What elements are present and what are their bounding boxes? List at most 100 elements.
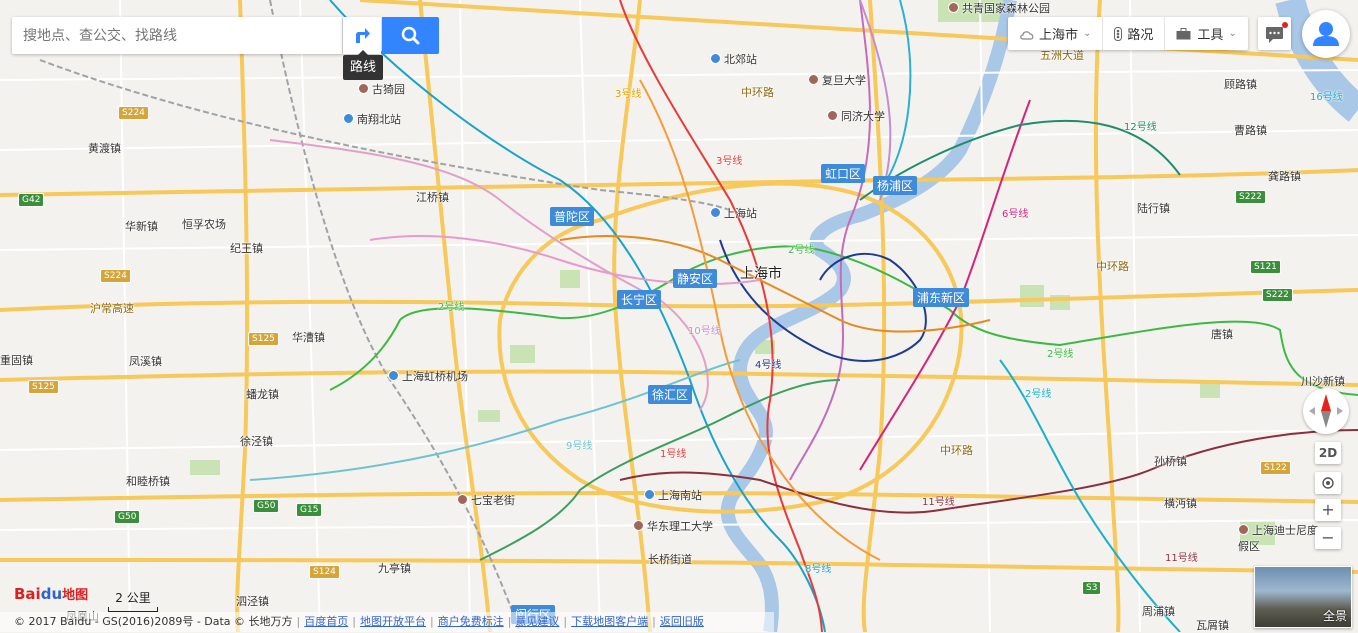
zoom-in-button[interactable]: + [1315,499,1341,521]
message-button[interactable] [1258,17,1291,50]
locate-icon [1322,477,1334,489]
panorama-label: 全景 [1322,609,1347,623]
tools-button[interactable]: 工具 ⌄ [1165,17,1247,50]
tools-label: 工具 [1197,28,1224,43]
metro-line-label: 4号线 [755,360,782,371]
search-box [12,17,342,54]
poi-guyiyuan[interactable]: 古猗园 [358,81,405,97]
highway-shield: S3 [1082,581,1102,595]
user-avatar[interactable] [1302,10,1350,58]
baidu-map-logo[interactable]: Baidu地图 [14,584,88,603]
town-label: 华新镇 [125,220,158,233]
train-station-icon [644,489,655,500]
district-pudong[interactable]: 浦东新区 [913,288,970,307]
footer-link-feedback[interactable]: 意见建议 [515,615,559,628]
road-label: 中环路 [940,444,973,457]
search-button[interactable] [382,17,439,54]
poi-fudan[interactable]: 复旦大学 [808,72,866,88]
poi-beijiao[interactable]: 北郊站 [710,51,757,67]
footer-link-old-version[interactable]: 返回旧版 [660,615,704,628]
poi-hongqiao-airport[interactable]: 上海虹桥机场 [388,368,468,384]
district-xuhui[interactable]: 徐汇区 [648,385,693,404]
highway-shield: S125 [28,380,59,394]
2d-toggle[interactable]: 2D [1315,442,1341,464]
poi-forest-park[interactable]: 共青国家森林公园 [948,0,1050,16]
highway-shield: S222 [1235,190,1266,204]
district-yangpu[interactable]: 杨浦区 [873,176,918,195]
highway-shield: G50 [114,510,141,524]
route-tooltip: 路线 [343,50,383,80]
town-label: 顾路镇 [1224,78,1257,91]
traffic-light-icon [1114,26,1123,41]
footer-link-merchant[interactable]: 商户免费标注 [438,615,504,628]
train-station-icon [710,53,721,64]
traffic-label: 路况 [1127,28,1154,43]
route-arrow-icon [356,28,370,43]
poi-marker-icon [1238,524,1249,535]
traffic-button[interactable]: 路况 [1103,17,1166,50]
road-label: 沪常高速 [90,302,134,315]
route-button[interactable] [343,17,381,54]
footer-link-home[interactable]: 百度首页 [304,615,348,628]
highway-shield: S222 [1262,288,1293,302]
poi-shanghai-south[interactable]: 上海南站 [644,487,702,503]
footer-link-download[interactable]: 下载地图客户端 [571,615,648,628]
town-label: 恒孚农场 [182,218,226,231]
message-icon [1266,22,1288,43]
metro-line-label: 6号线 [1002,209,1029,220]
poi-qibao[interactable]: 七宝老街 [457,492,515,508]
footer-link-open-platform[interactable]: 地图开放平台 [360,615,426,628]
town-label: 唐镇 [1211,328,1233,341]
toolbox-icon [1176,27,1191,39]
district-hongkou[interactable]: 虹口区 [821,164,866,183]
highway-shield: S125 [248,332,279,346]
town-label: 黄渡镇 [88,142,121,155]
poi-ecust[interactable]: 华东理工大学 [633,518,713,534]
city-label: 上海市 [740,266,782,282]
train-station-icon [343,113,354,124]
zoom-out-button[interactable]: − [1315,527,1341,549]
airport-icon [388,370,399,381]
town-label: 重固镇 [0,354,33,367]
metro-line-label: 2号线 [788,245,815,256]
district-putuo[interactable]: 普陀区 [550,207,595,226]
highway-shield: S121 [1250,260,1281,274]
highway-shield: S122 [1260,461,1291,475]
metro-line-label: 12号线 [1124,122,1157,133]
scale-label: 2 公里 [115,591,151,605]
town-label: 瓦屑镇 [1196,619,1229,632]
poi-shanghai-station[interactable]: 上海站 [710,205,757,221]
train-station-icon [710,207,721,218]
town-label: 周浦镇 [1142,605,1175,618]
town-label: 蟠龙镇 [246,388,279,401]
town-label: 江桥镇 [416,191,449,204]
metro-line-label: 3号线 [615,89,642,100]
town-label: 横沔镇 [1164,497,1197,510]
city-selector[interactable]: 上海市 ⌄ [1008,17,1104,50]
poi-nanxiangbei[interactable]: 南翔北站 [343,111,401,127]
school-icon [827,110,838,121]
copyright-text: © 2017 Baidu - GS(2016)2089号 - Data © 长地… [14,615,293,628]
highway-shield: S124 [309,565,340,579]
panorama-button[interactable]: 全景 [1254,566,1352,628]
poi-tongji[interactable]: 同济大学 [827,108,885,124]
search-icon [401,26,420,45]
compass-control[interactable] [1303,388,1349,434]
town-label: 凤溪镇 [129,355,162,368]
top-toolbar: 上海市 ⌄ 路况 工具 ⌄ [1008,17,1248,50]
district-changning[interactable]: 长宁区 [617,290,662,309]
highway-shield: G15 [296,503,323,517]
compass-icon [1309,394,1343,428]
metro-line-label: 2号线 [438,302,465,313]
map-canvas[interactable] [0,0,1358,632]
highway-shield: S224 [100,269,131,283]
town-label: 川沙新镇 [1301,375,1345,388]
locate-button[interactable] [1315,472,1341,494]
search-input[interactable] [12,17,335,54]
town-label: 曹路镇 [1234,124,1267,137]
school-icon [633,520,644,531]
metro-line-label: 3号线 [716,156,743,167]
poi-marker-icon [358,83,369,94]
town-label: 九亭镇 [378,562,411,575]
district-jingan[interactable]: 静安区 [673,269,718,288]
